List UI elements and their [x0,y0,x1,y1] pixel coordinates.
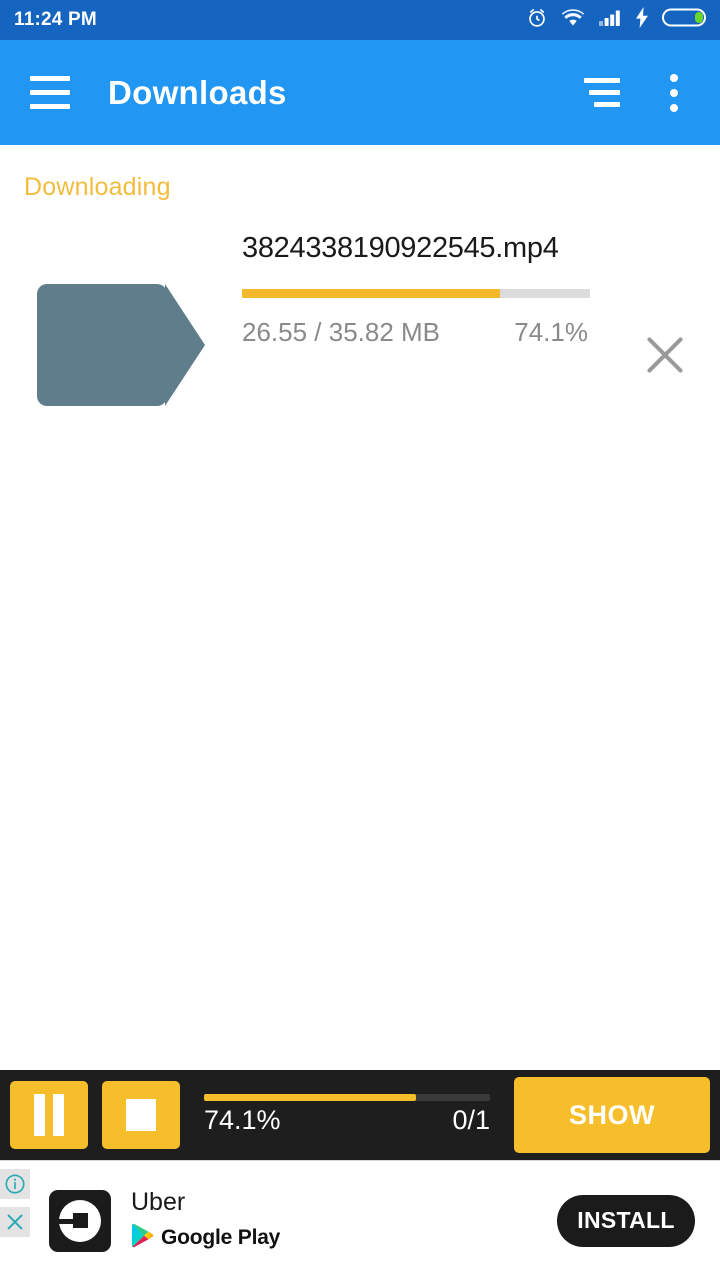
download-detail: 3824338190922545.mp4 26.55 / 35.82 MB 74… [242,224,610,348]
overflow-dot [670,73,678,82]
download-progress-bar [242,289,590,298]
app-bar: Downloads [0,40,720,145]
hamburger-menu-icon[interactable] [24,67,76,119]
download-cancel-cell [610,224,720,378]
show-button-label: SHOW [569,1099,655,1130]
section-header-downloading: Downloading [24,173,171,201]
download-progress-row [242,289,590,298]
download-control-bar: 74.1% 0/1 SHOW [0,1070,720,1160]
download-percent-text: 74.1% [514,317,588,347]
stop-button[interactable] [102,1081,180,1149]
install-button[interactable]: INSTALL [557,1194,695,1247]
pause-bar [34,1094,45,1136]
overall-progress-bar [204,1094,490,1101]
overflow-menu-icon[interactable] [652,67,696,119]
battery-icon [662,7,706,33]
uber-logo-stem [56,1218,75,1224]
download-list-item[interactable]: 3824338190922545.mp4 26.55 / 35.82 MB 74… [0,202,720,406]
overall-progress-fill [204,1094,416,1101]
pause-icon [34,1094,64,1136]
hamburger-line [30,90,70,95]
ad-store-label: Google Play [161,1226,281,1249]
hamburger-line [30,76,70,81]
wifi-icon [561,8,585,32]
install-button-label: INSTALL [577,1207,675,1233]
download-size-text: 26.55 / 35.82 MB [242,317,441,347]
status-bar-clock: 11:24 PM [14,9,97,30]
download-thumbnail-cell [0,224,242,406]
alarm-icon [526,7,548,34]
ad-close-icon[interactable] [0,1207,30,1237]
overall-percent-text: 74.1% [204,1105,281,1135]
ad-store-badge: Google Play [131,1223,280,1253]
video-camera-body [37,284,167,406]
info-icon[interactable] [0,1169,30,1199]
control-bar-text-row: 74.1% 0/1 [204,1105,490,1136]
download-count-text: 0/1 [452,1105,490,1135]
download-progress-fill [242,289,500,298]
pause-button[interactable] [10,1081,88,1149]
ad-banner[interactable]: Uber Google Play INSTALL [0,1160,720,1280]
signal-icon [598,8,622,32]
status-bar: 11:24 PM [0,0,720,40]
sort-line [584,78,620,83]
overflow-dot [670,103,678,112]
hamburger-line [30,104,70,109]
video-camera-icon [37,284,205,406]
uber-logo-icon [49,1189,111,1252]
downloads-content: Downloading 3824338190922545.mp4 26.55 /… [0,145,720,1160]
page-title: Downloads [108,73,287,111]
download-file-name: 3824338190922545.mp4 [242,232,559,264]
video-camera-lens [165,284,205,406]
sort-line [589,90,620,95]
uber-logo-circle [56,1199,101,1242]
charging-bolt-icon [635,7,649,33]
show-button[interactable]: SHOW [514,1077,710,1153]
pause-bar [53,1094,64,1136]
close-icon[interactable] [642,332,688,378]
ad-app-title: Uber [131,1188,186,1216]
app-bar-actions [572,67,696,119]
ad-side-icons [0,1169,30,1237]
stop-icon [126,1099,156,1131]
status-bar-icons [526,7,706,34]
sort-line [594,102,620,107]
control-bar-status: 74.1% 0/1 [194,1094,500,1136]
download-meta-row: 26.55 / 35.82 MB 74.1% [242,317,590,348]
overflow-dot [670,88,678,97]
ad-text-block: Uber Google Play [131,1188,280,1253]
google-play-icon [131,1223,154,1253]
sort-icon[interactable] [572,70,622,116]
